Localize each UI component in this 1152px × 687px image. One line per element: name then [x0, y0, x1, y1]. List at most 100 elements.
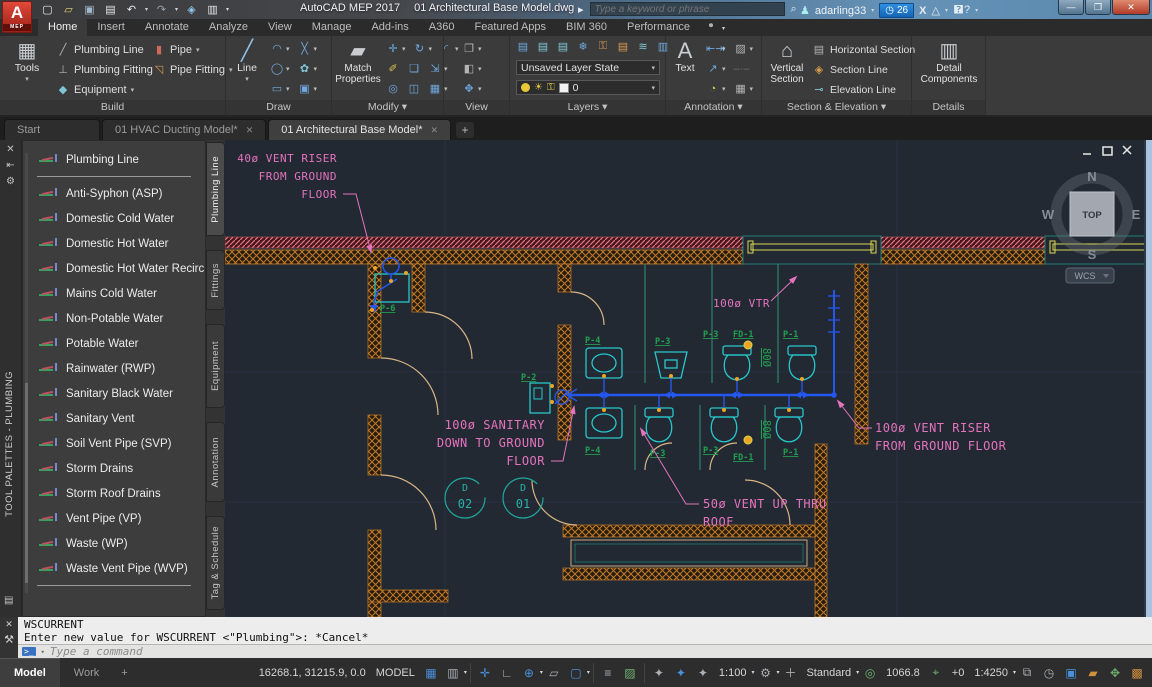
viewport-scale[interactable]: 1:4250 [969, 667, 1013, 679]
palette-close-icon[interactable]: ✕ [6, 144, 14, 160]
palette-item-waste[interactable]: Waste (WP) [23, 531, 205, 556]
palette-item-waste-vent[interactable]: Waste Vent Pipe (WVP) [23, 556, 205, 581]
palette-menu-icon[interactable]: ▤ [4, 595, 13, 611]
a360-icon[interactable]: △ [931, 4, 939, 17]
pipe-button[interactable]: ▮Pipe▾ [152, 43, 200, 56]
close-tab-icon[interactable]: ✕ [246, 125, 254, 136]
layer-off-icon[interactable]: ▤ [536, 40, 550, 53]
layer-isolate-icon[interactable]: ▤ [556, 40, 570, 53]
tools-button[interactable]: ▦ Tools▾ [4, 39, 50, 85]
notification-badge[interactable]: ◷26 [879, 3, 914, 18]
tab-view[interactable]: View [258, 19, 302, 36]
panel-label-details[interactable]: Details [912, 100, 985, 115]
file-tab-architectural[interactable]: 01 Architectural Base Model*✕ [268, 119, 451, 140]
undo-dropdown[interactable]: ▾ [145, 6, 148, 13]
viewport-button[interactable]: ❐▾ [462, 42, 482, 55]
viewport-scale-dropdown[interactable]: ▾ [1013, 669, 1016, 676]
file-tab-start[interactable]: Start [4, 119, 100, 140]
layer-unlock-icon[interactable]: ⚿ [547, 82, 555, 93]
scale-dropdown[interactable]: ▾ [751, 669, 754, 676]
palette-item-rainwater[interactable]: Rainwater (RWP) [23, 356, 205, 381]
match-properties-button[interactable]: ▰ Match Properties [334, 39, 382, 85]
hardware-accel-icon[interactable]: ▣ [1061, 662, 1081, 683]
application-menu-button[interactable]: A MEP [2, 1, 32, 33]
centerline-button[interactable]: –·– [734, 63, 748, 75]
wipeout-button[interactable]: ▨▾ [734, 42, 754, 55]
leader-button[interactable]: ↗▾ [706, 62, 726, 75]
vertical-section-button[interactable]: ⌂ Vertical Section [764, 39, 810, 85]
arc-button[interactable]: ◠▾ [270, 42, 290, 55]
lineweight-icon[interactable]: ≡ [598, 662, 618, 683]
tab-home[interactable]: Home [38, 19, 87, 36]
command-close-icon[interactable]: ✕ [5, 619, 13, 630]
qat-customize-dropdown[interactable]: ▾ [226, 6, 229, 13]
isolate-objects-icon[interactable]: ◎ [860, 662, 880, 683]
palette-tab-tag-schedule[interactable]: Tag & Schedule [206, 516, 225, 610]
palette-tab-plumbing-line[interactable]: Plumbing Line [206, 142, 225, 236]
tab-insert[interactable]: Insert [87, 19, 135, 36]
panel-label-modify[interactable]: Modify ▾ [332, 100, 443, 115]
detail-components-button[interactable]: ▥ Detail Components [918, 39, 980, 85]
elevation-readout[interactable]: 1066.8 [881, 667, 925, 679]
palette-autohide-icon[interactable]: ⇤ [6, 160, 14, 176]
tab-performance[interactable]: Performance [617, 19, 700, 36]
pipe-fitting-button[interactable]: ◹Pipe Fitting▾ [152, 63, 233, 76]
tab-analyze[interactable]: Analyze [199, 19, 258, 36]
palette-tab-annotation[interactable]: Annotation [206, 422, 225, 502]
grid-icon[interactable]: ▦ [421, 662, 441, 683]
dynamic-input-icon[interactable]: ✛ [475, 662, 495, 683]
wcs-dropdown[interactable]: WCS [1066, 268, 1114, 283]
standard-dropdown[interactable]: Standard [801, 667, 856, 679]
equipment-button[interactable]: ◆Equipment▾ [56, 83, 134, 96]
move-button[interactable]: ✛▾ [386, 42, 406, 55]
workspace-dropdown[interactable]: ▾ [776, 669, 779, 676]
redo-icon[interactable]: ↷ [154, 3, 169, 17]
rectangle-button[interactable]: ▭▾ [270, 82, 290, 95]
replace-z-icon[interactable]: ⌖ [926, 662, 946, 683]
layer-make-current-icon[interactable]: ▤ [616, 40, 630, 53]
clock-icon[interactable]: ◷ [1039, 662, 1059, 683]
panel-label-draw[interactable]: Draw [226, 100, 331, 115]
line-button[interactable]: ╱ Line▾ [230, 39, 264, 85]
tab-featured-apps[interactable]: Featured Apps [464, 19, 556, 36]
tab-annotate[interactable]: Annotate [135, 19, 199, 36]
tab-manage[interactable]: Manage [302, 19, 362, 36]
polyline-button[interactable]: ╳▾ [298, 42, 318, 55]
model-tab[interactable]: Model [0, 658, 60, 687]
tab-addins[interactable]: Add-ins [361, 19, 418, 36]
close-button[interactable]: ✕ [1112, 0, 1150, 15]
new-tab-button[interactable]: + [456, 122, 474, 138]
layer-lock-icon[interactable]: ⚿ [596, 40, 610, 53]
minimize-button[interactable]: — [1058, 0, 1084, 15]
annotation-scale-button[interactable]: 1:100 [714, 667, 752, 679]
annotation-monitor-icon[interactable]: ✦ [693, 662, 713, 683]
panel-label-annotation[interactable]: Annotation ▾ [666, 100, 761, 115]
save-icon[interactable]: ▣ [82, 3, 97, 17]
graphics-performance-icon[interactable]: ⧉ [1017, 662, 1037, 683]
palette-item-storm-drains[interactable]: Storm Drains [23, 456, 205, 481]
palette-properties-icon[interactable]: ⚙ [6, 176, 15, 192]
standard-caret[interactable]: ▾ [856, 669, 859, 676]
sheet-set-icon[interactable]: ▥ [205, 3, 220, 17]
help-icon[interactable]: 🯄? [953, 1, 970, 20]
rotate-button[interactable]: ↻▾ [413, 42, 433, 55]
dimension-button[interactable]: ⇤⇥▾ [706, 42, 726, 55]
annotation-monitor-plus-icon[interactable]: ＋ [780, 662, 800, 683]
isodraft-icon[interactable]: ▱ [544, 662, 564, 683]
layer-color-swatch[interactable] [559, 83, 569, 93]
command-customize-icon[interactable]: ⚒ [4, 633, 14, 646]
palette-item-domestic-hot[interactable]: Domestic Hot Water [23, 231, 205, 256]
viewcube-north[interactable]: N [1087, 169, 1096, 184]
polar-dropdown[interactable]: ▾ [540, 669, 543, 676]
new-layout-button[interactable]: + [113, 658, 135, 687]
palette-item-soil-vent[interactable]: Soil Vent Pipe (SVP) [23, 431, 205, 456]
palette-tab-equipment[interactable]: Equipment [206, 324, 225, 408]
signed-in-user[interactable]: adarling33 [815, 5, 866, 17]
palette-item-domestic-cold[interactable]: Domestic Cold Water [23, 206, 205, 231]
palette-item-sanitary-black[interactable]: Sanitary Black Water [23, 381, 205, 406]
work-tab[interactable]: Work [60, 658, 113, 687]
space-indicator[interactable]: MODEL [371, 667, 420, 679]
osnap-dropdown[interactable]: ▾ [587, 669, 590, 676]
palette-scrollbar[interactable] [25, 153, 28, 593]
snap-icon[interactable]: ▥ [443, 662, 463, 683]
